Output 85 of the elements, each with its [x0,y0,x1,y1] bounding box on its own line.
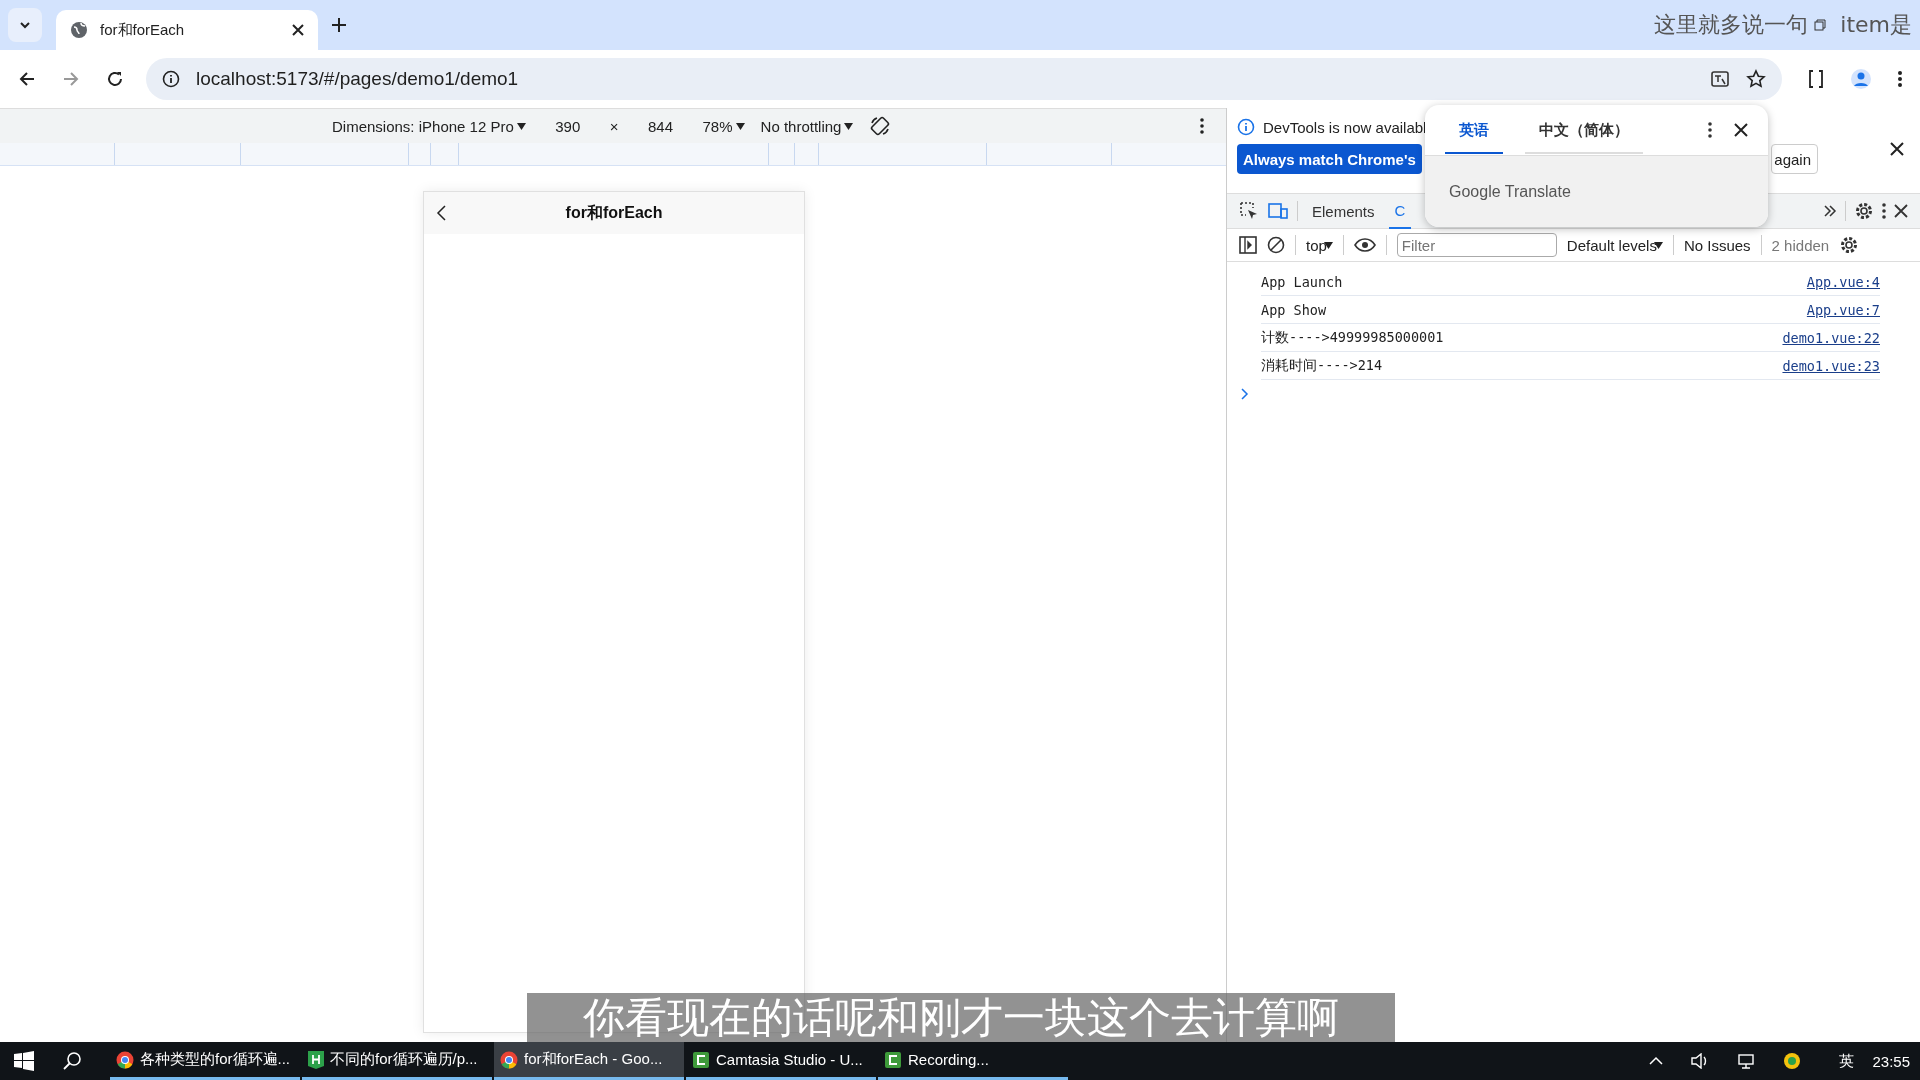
log-message: 计数---->49999985000001 [1261,328,1444,347]
taskbar-item[interactable]: for和forEach - Goo... [494,1042,684,1080]
info-icon[interactable] [162,70,180,88]
input-method-indicator[interactable]: 英 [1839,1051,1855,1071]
throttling-dropdown[interactable]: No throttling [760,117,842,135]
settings-icon[interactable] [1854,201,1874,221]
search-icon[interactable] [62,1051,82,1071]
more-icon[interactable] [1882,203,1886,219]
address-bar[interactable]: localhost:5173/#/pages/demo1/demo1 [146,58,1782,100]
more-icon[interactable] [1200,118,1204,134]
tray-app-icon[interactable] [1783,1052,1802,1070]
source-link[interactable]: App.vue:7 [1806,301,1880,318]
recorder-icon [884,1050,902,1069]
clock-text[interactable]: 23:55 [1872,1052,1910,1070]
filter-field[interactable]: Filter [1396,233,1557,257]
levels-dropdown[interactable]: Default levels [1566,236,1657,254]
language-tab[interactable]: 中文（简体） [1525,106,1643,154]
caret-icon [516,122,526,130]
language-button[interactable]: Always match Chrome's [1237,144,1422,174]
taskbar-item[interactable]: 各种类型的for循环遍... [110,1042,300,1080]
chevron-up-icon[interactable] [1649,1056,1664,1066]
star-icon[interactable] [1746,69,1766,89]
new-tab-icon[interactable] [332,18,346,32]
more-icon[interactable] [1898,70,1902,88]
network-icon[interactable] [1737,1053,1756,1069]
close-icon[interactable] [292,24,304,36]
language-tab[interactable]: 英语 [1445,106,1503,154]
log-message: App Launch [1261,273,1343,290]
browser-tab[interactable]: for和forEach [56,10,318,50]
editor-icon [308,1050,324,1069]
source-link[interactable]: demo1.vue:22 [1782,329,1880,346]
profile-icon[interactable] [1850,68,1872,90]
settings-icon[interactable] [1839,235,1860,255]
url-text: localhost:5173/#/pages/demo1/demo1 [196,68,519,90]
forward-icon[interactable] [62,70,80,88]
more-tabs-icon[interactable] [1823,204,1837,218]
windows-icon[interactable] [14,1051,34,1071]
height-field[interactable]: 844 [634,117,687,135]
panel-tab[interactable]: C [1388,193,1412,229]
hidden-count: 2 hidden [1771,236,1830,254]
notice-text: DevTools is now availabl [1263,118,1427,136]
close-icon[interactable] [1890,142,1904,156]
log-message: 消耗时间---->214 [1261,356,1383,375]
times-sign: × [609,117,619,135]
recorder-icon [692,1050,710,1069]
caret-icon [735,122,745,130]
tab-title: for和forEach [100,20,186,40]
close-icon[interactable] [1894,204,1908,218]
globe-icon [70,21,88,39]
taskbar-item[interactable]: 不同的for循环遍历/p... [302,1042,492,1080]
inspect-icon[interactable] [1239,201,1259,221]
overlay-caption: item是 [1840,11,1912,39]
device-dropdown[interactable]: Dimensions: iPhone 12 Pro [332,117,514,135]
more-icon[interactable] [1708,122,1712,138]
panel-tab[interactable]: Elements [1306,194,1381,228]
info-icon [1237,118,1255,136]
translate-icon[interactable] [1710,69,1730,89]
source-link[interactable]: App.vue:4 [1806,273,1880,290]
reload-icon[interactable] [106,70,124,88]
sidebar-icon[interactable] [1239,236,1257,254]
context-dropdown[interactable]: top [1306,236,1327,254]
page-title: for和forEach [565,202,663,223]
clear-icon[interactable] [1267,236,1285,254]
log-message: App Show [1261,301,1327,318]
issues-button[interactable]: No Issues [1683,236,1751,254]
rotate-icon[interactable] [869,115,892,137]
device-toggle-icon[interactable] [1267,201,1289,221]
translate-brand: Google Translate [1449,182,1571,201]
prompt-icon[interactable] [1241,388,1249,400]
source-link[interactable]: demo1.vue:23 [1782,357,1880,374]
sidepanel-icon[interactable] [1808,69,1824,89]
eye-icon[interactable] [1353,238,1376,252]
subtitle-caption: 你看现在的话呢和刚才一块这个去计算啊 [527,993,1395,1042]
restore-icon[interactable] [1814,19,1827,31]
back-icon[interactable] [436,205,446,221]
browser-icon [116,1050,134,1069]
back-icon[interactable] [18,70,36,88]
browser-icon [500,1050,518,1069]
caret-icon [844,122,854,130]
width-field[interactable]: 390 [541,117,594,135]
dismiss-button[interactable]: again [1771,144,1818,174]
close-icon[interactable] [1734,123,1748,137]
zoom-dropdown[interactable]: 78% [702,117,733,135]
overlay-caption: 这里就多说一句 [1654,11,1809,39]
tab-search-button[interactable] [8,8,42,42]
